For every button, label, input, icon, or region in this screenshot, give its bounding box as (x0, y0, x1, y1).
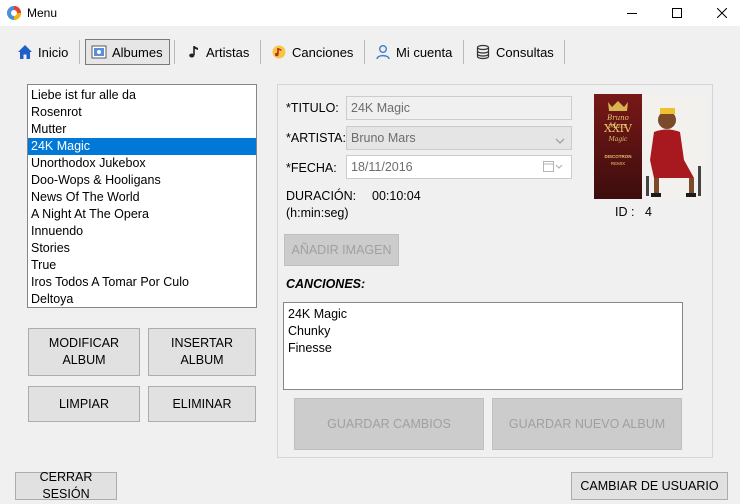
tab-label: Inicio (38, 44, 69, 60)
insert-album-button[interactable]: INSERTAR ALBUM (148, 328, 256, 376)
add-image-button[interactable]: AÑADIR IMAGEN (284, 234, 399, 266)
list-item[interactable]: Iros Todos A Tomar Por Culo (28, 274, 256, 291)
id-label: ID : (615, 205, 635, 219)
tab-divider (564, 40, 565, 64)
logout-button[interactable]: CERRAR SESIÓN (15, 470, 117, 501)
list-item[interactable]: Liebe ist fur alle da (28, 87, 256, 104)
tab-label: Mi cuenta (396, 44, 453, 60)
artist-label: *ARTISTA: (286, 131, 346, 145)
title-field[interactable]: 24K Magic (346, 96, 572, 120)
tab-canciones[interactable]: Canciones (266, 39, 360, 65)
tab-consultas[interactable]: Consultas (470, 39, 562, 65)
tab-bar: Inicio Albumes Artistas Canciones Mi cue… (0, 26, 740, 76)
title-label: *TITULO: (286, 101, 339, 115)
tab-label: Canciones (292, 44, 354, 60)
cover-remix-text: REMIX (610, 161, 626, 166)
album-list[interactable]: Liebe ist fur alle da Rosenrot Mutter 24… (27, 84, 257, 308)
tab-label: Consultas (496, 44, 554, 60)
songs-list[interactable]: 24K Magic Chunky Finesse (283, 302, 683, 390)
tab-divider (260, 40, 261, 64)
maximize-button[interactable] (654, 0, 700, 26)
album-cover-image: Bruno Mars XXIV Magic DISCOTRON REMIX (594, 94, 707, 199)
list-item[interactable]: True (28, 257, 256, 274)
delete-button[interactable]: ELIMINAR (148, 386, 256, 422)
window-title: Menu (27, 6, 58, 20)
chevron-down-icon (555, 134, 565, 148)
list-item: Finesse (288, 341, 332, 355)
list-item[interactable]: Doo-Wops & Hooligans (28, 172, 256, 189)
minimize-button[interactable] (609, 0, 655, 26)
tab-label: Artistas (206, 44, 250, 60)
query-icon (474, 44, 491, 61)
cover-label-text: DISCOTRON (604, 154, 632, 159)
list-item[interactable]: Deltoya (28, 291, 256, 308)
cover-number-text: XXIV (604, 122, 632, 135)
album-icon (90, 44, 107, 61)
user-icon (374, 44, 391, 61)
tab-divider (463, 40, 464, 64)
id-value: 4 (645, 205, 652, 219)
tab-divider (364, 40, 365, 64)
close-button[interactable] (699, 0, 740, 26)
save-new-album-button[interactable]: GUARDAR NUEVO ALBUM (492, 398, 682, 450)
list-item[interactable]: Innuendo (28, 223, 256, 240)
list-item[interactable]: Stories (28, 240, 256, 257)
date-value: 18/11/2016 (351, 160, 413, 174)
date-label: *FECHA: (286, 161, 337, 175)
list-item: Chunky (288, 324, 331, 338)
save-changes-button[interactable]: GUARDAR CAMBIOS (294, 398, 484, 450)
home-icon (16, 44, 33, 61)
list-item[interactable]: News Of The World (28, 189, 256, 206)
switch-user-button[interactable]: CAMBIAR DE USUARIO (571, 472, 728, 500)
date-picker[interactable]: 18/11/2016 (346, 155, 572, 179)
list-item-selected[interactable]: 24K Magic (28, 138, 256, 155)
clear-button[interactable]: LIMPIAR (28, 386, 140, 422)
music-note-icon (184, 44, 201, 61)
tab-divider (79, 40, 80, 64)
song-icon (270, 44, 287, 61)
duration-format: (h:min:seg) (286, 206, 349, 220)
duration-label: DURACIÓN: (286, 189, 357, 203)
list-item[interactable]: Mutter (28, 121, 256, 138)
tab-label: Albumes (112, 44, 163, 60)
title-bar: Menu (0, 0, 740, 26)
songs-heading: CANCIONES: (286, 277, 366, 291)
tab-divider (174, 40, 175, 64)
app-logo-icon (6, 5, 22, 21)
calendar-icon[interactable] (543, 161, 563, 176)
artist-select[interactable]: Bruno Mars (346, 126, 572, 150)
duration-value: 00:10:04 (372, 189, 421, 203)
tab-inicio[interactable]: Inicio (12, 39, 76, 65)
list-item[interactable]: Unorthodox Jukebox (28, 155, 256, 172)
list-item: 24K Magic (288, 307, 348, 321)
tab-artistas[interactable]: Artistas (180, 39, 256, 65)
tab-mi-cuenta[interactable]: Mi cuenta (370, 39, 460, 65)
modify-album-button[interactable]: MODIFICAR ALBUM (28, 328, 140, 376)
cover-title-text: Magic (608, 136, 628, 143)
tab-albumes[interactable]: Albumes (85, 39, 170, 65)
list-item[interactable]: Rosenrot (28, 104, 256, 121)
artist-select-value: Bruno Mars (351, 131, 416, 145)
list-item[interactable]: A Night At The Opera (28, 206, 256, 223)
